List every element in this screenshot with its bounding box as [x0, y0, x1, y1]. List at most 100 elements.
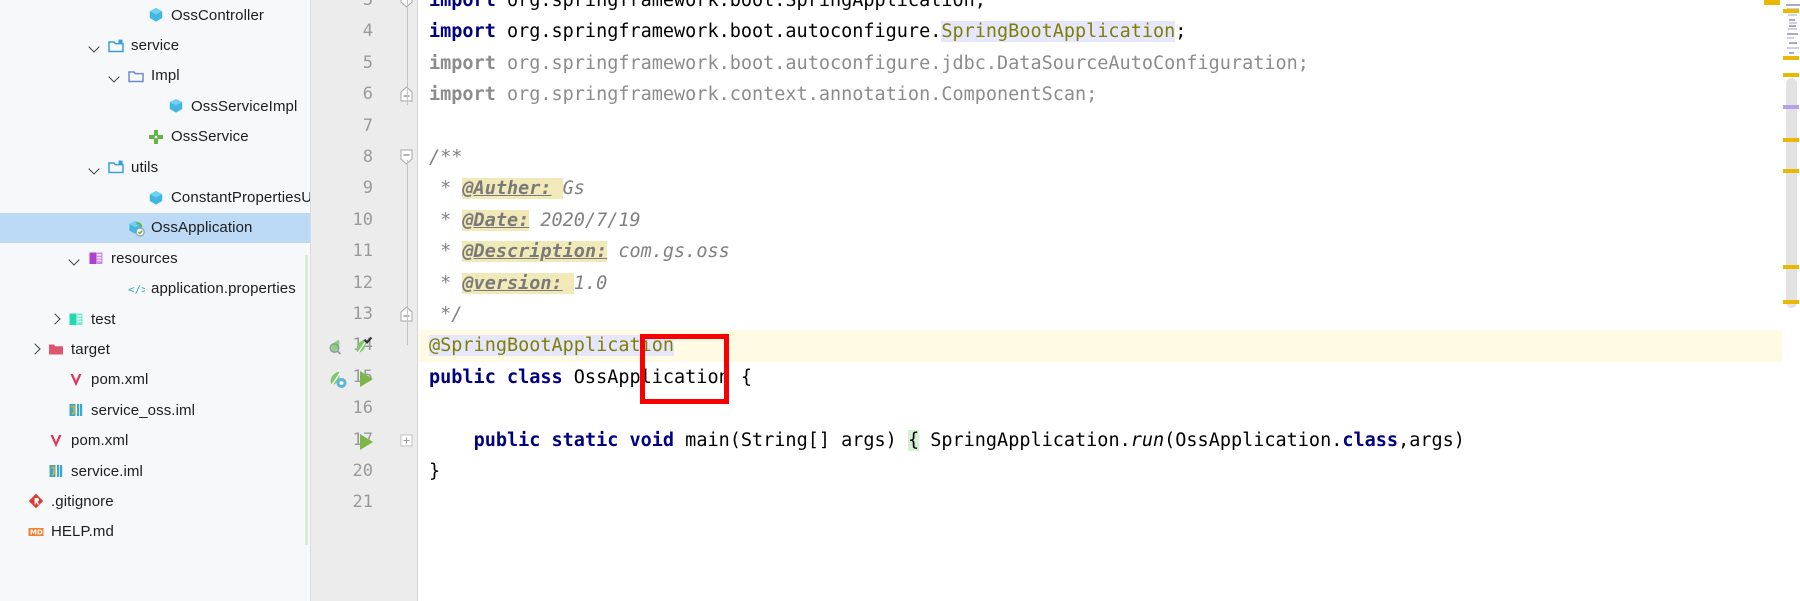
tree-item-resources[interactable]: resources — [0, 243, 310, 273]
tree-item-label: ConstantPropertiesUt — [171, 189, 311, 207]
line-number: 16 — [352, 398, 373, 419]
code-line-10[interactable]: * @Date: 2020/7/19 — [419, 205, 1800, 236]
package-folder-icon — [106, 37, 126, 55]
svg-text:MD: MD — [30, 528, 43, 536]
tree-item-label: OssServiceImpl — [191, 97, 298, 115]
tree-item-label: target — [71, 340, 110, 358]
chevron-down-icon[interactable] — [108, 68, 123, 83]
minimap-line — [1789, 19, 1795, 21]
code-editor[interactable]: 345678910111213141516172021 import org.s… — [311, 0, 1800, 601]
chevron-down-icon[interactable] — [88, 38, 103, 53]
markdown-file-icon: MD — [26, 523, 46, 541]
tree-item-utils[interactable]: utils — [0, 152, 310, 182]
warning-marker[interactable] — [1783, 300, 1799, 304]
tree-item-osscontroller[interactable]: OssController — [0, 0, 310, 30]
minimap-line — [1787, 37, 1794, 39]
code-line-13[interactable]: */ — [419, 299, 1800, 330]
code-line-4[interactable]: import org.springframework.boot.autoconf… — [419, 16, 1800, 47]
code-line-21[interactable] — [419, 487, 1800, 518]
code-line-7[interactable] — [419, 111, 1800, 142]
editor-scrollbar-thumb[interactable] — [1786, 78, 1797, 308]
fold-rail — [406, 160, 409, 345]
usage-marker[interactable] — [1783, 105, 1799, 109]
fold-rail — [406, 0, 409, 105]
warning-marker[interactable] — [1783, 265, 1799, 269]
code-line-8[interactable]: /** — [419, 142, 1800, 173]
spring-bean-check-icon[interactable] — [353, 336, 375, 358]
line-number: 7 — [362, 115, 373, 136]
code-line-14[interactable]: @SpringBootApplication — [419, 330, 1800, 362]
maven-pom-icon — [46, 432, 66, 450]
maven-pom-icon — [66, 371, 86, 389]
java-class-icon — [146, 6, 166, 24]
chevron-down-icon[interactable] — [68, 251, 83, 266]
java-interface-icon — [146, 128, 166, 146]
line-number: 4 — [362, 21, 373, 42]
code-line-15[interactable]: public class OssApplication { — [419, 362, 1800, 393]
tree-item-label: service — [131, 37, 180, 55]
fold-expand-icon[interactable] — [400, 425, 416, 456]
code-line-12[interactable]: * @version: 1.0 — [419, 268, 1800, 299]
minimap-line — [1788, 28, 1797, 30]
code-line-5[interactable]: import org.springframework.boot.autoconf… — [419, 48, 1800, 79]
warning-marker[interactable] — [1783, 73, 1799, 77]
tree-item-ossapplication[interactable]: OssApplication — [0, 212, 310, 244]
warning-marker[interactable] — [1783, 169, 1799, 173]
tree-item-test[interactable]: test — [0, 304, 310, 334]
line-number: 9 — [362, 178, 373, 199]
code-text-area[interactable]: import org.springframework.boot.SpringAp… — [419, 0, 1800, 601]
code-line-16[interactable] — [419, 393, 1800, 424]
spring-config-search-icon[interactable] — [327, 336, 349, 358]
chevron-right-icon[interactable] — [28, 342, 43, 357]
project-tree[interactable]: OssController service Impl OssServiceImpl Os… — [0, 0, 310, 547]
tree-item-service-oss-iml[interactable]: service_oss.iml — [0, 395, 310, 425]
editor-marker-bar[interactable] — [1764, 0, 1800, 601]
warning-marker[interactable] — [1783, 9, 1799, 13]
tree-item-application-properties[interactable]: </> application.properties — [0, 274, 310, 304]
spring-bean-icon[interactable] — [327, 368, 349, 390]
tree-item-target[interactable]: target — [0, 334, 310, 364]
minimap-line — [1789, 52, 1794, 54]
chevron-right-icon[interactable] — [48, 312, 63, 327]
code-line-9[interactable]: * @Auther: Gs — [419, 173, 1800, 204]
tree-item-impl[interactable]: Impl — [0, 61, 310, 91]
tree-item-label: resources — [111, 249, 178, 267]
tree-item--gitignore[interactable]: .gitignore — [0, 486, 310, 516]
line-number: 3 — [362, 0, 373, 10]
line-number: 8 — [362, 147, 373, 167]
tree-item-label: OssApplication — [151, 219, 253, 237]
project-tool-window[interactable]: OssController service Impl OssServiceImpl Os… — [0, 0, 311, 601]
tree-item-label: application.properties — [151, 280, 296, 298]
iml-module-icon — [66, 401, 86, 419]
tree-item-pom-xml[interactable]: pom.xml — [0, 425, 310, 455]
tree-item-help-md[interactable]: MD HELP.md — [0, 517, 310, 547]
warning-marker[interactable] — [1783, 56, 1799, 60]
tree-item-constantpropertiesut[interactable]: ConstantPropertiesUt — [0, 182, 310, 212]
warning-marker[interactable] — [1783, 138, 1799, 142]
line-number: 21 — [352, 492, 373, 513]
editor-gutter[interactable]: 345678910111213141516172021 — [311, 0, 418, 601]
code-line-3[interactable]: import org.springframework.boot.SpringAp… — [419, 0, 1800, 16]
tree-item-ossserviceimpl[interactable]: OssServiceImpl — [0, 91, 310, 121]
code-line-17[interactable]: public static void main(String[] args) {… — [419, 425, 1800, 456]
chevron-down-icon[interactable] — [88, 160, 103, 175]
line-number: 6 — [362, 84, 373, 105]
run-main-method-icon[interactable] — [355, 431, 377, 453]
tree-item-pom-xml[interactable]: pom.xml — [0, 365, 310, 395]
tree-item-service[interactable]: service — [0, 30, 310, 60]
resources-folder-icon — [86, 249, 106, 267]
run-class-icon[interactable] — [355, 368, 377, 390]
code-line-6[interactable]: import org.springframework.context.annot… — [419, 79, 1800, 110]
code-line-20[interactable]: } — [419, 456, 1800, 487]
tree-item-service-iml[interactable]: service.iml — [0, 456, 310, 486]
target-folder-icon — [46, 340, 66, 358]
minimap-line — [1787, 47, 1799, 49]
code-line-11[interactable]: * @Description: com.gs.oss — [419, 236, 1800, 267]
warning-summary-marker[interactable] — [1764, 0, 1780, 5]
tree-item-ossservice[interactable]: OssService — [0, 122, 310, 152]
